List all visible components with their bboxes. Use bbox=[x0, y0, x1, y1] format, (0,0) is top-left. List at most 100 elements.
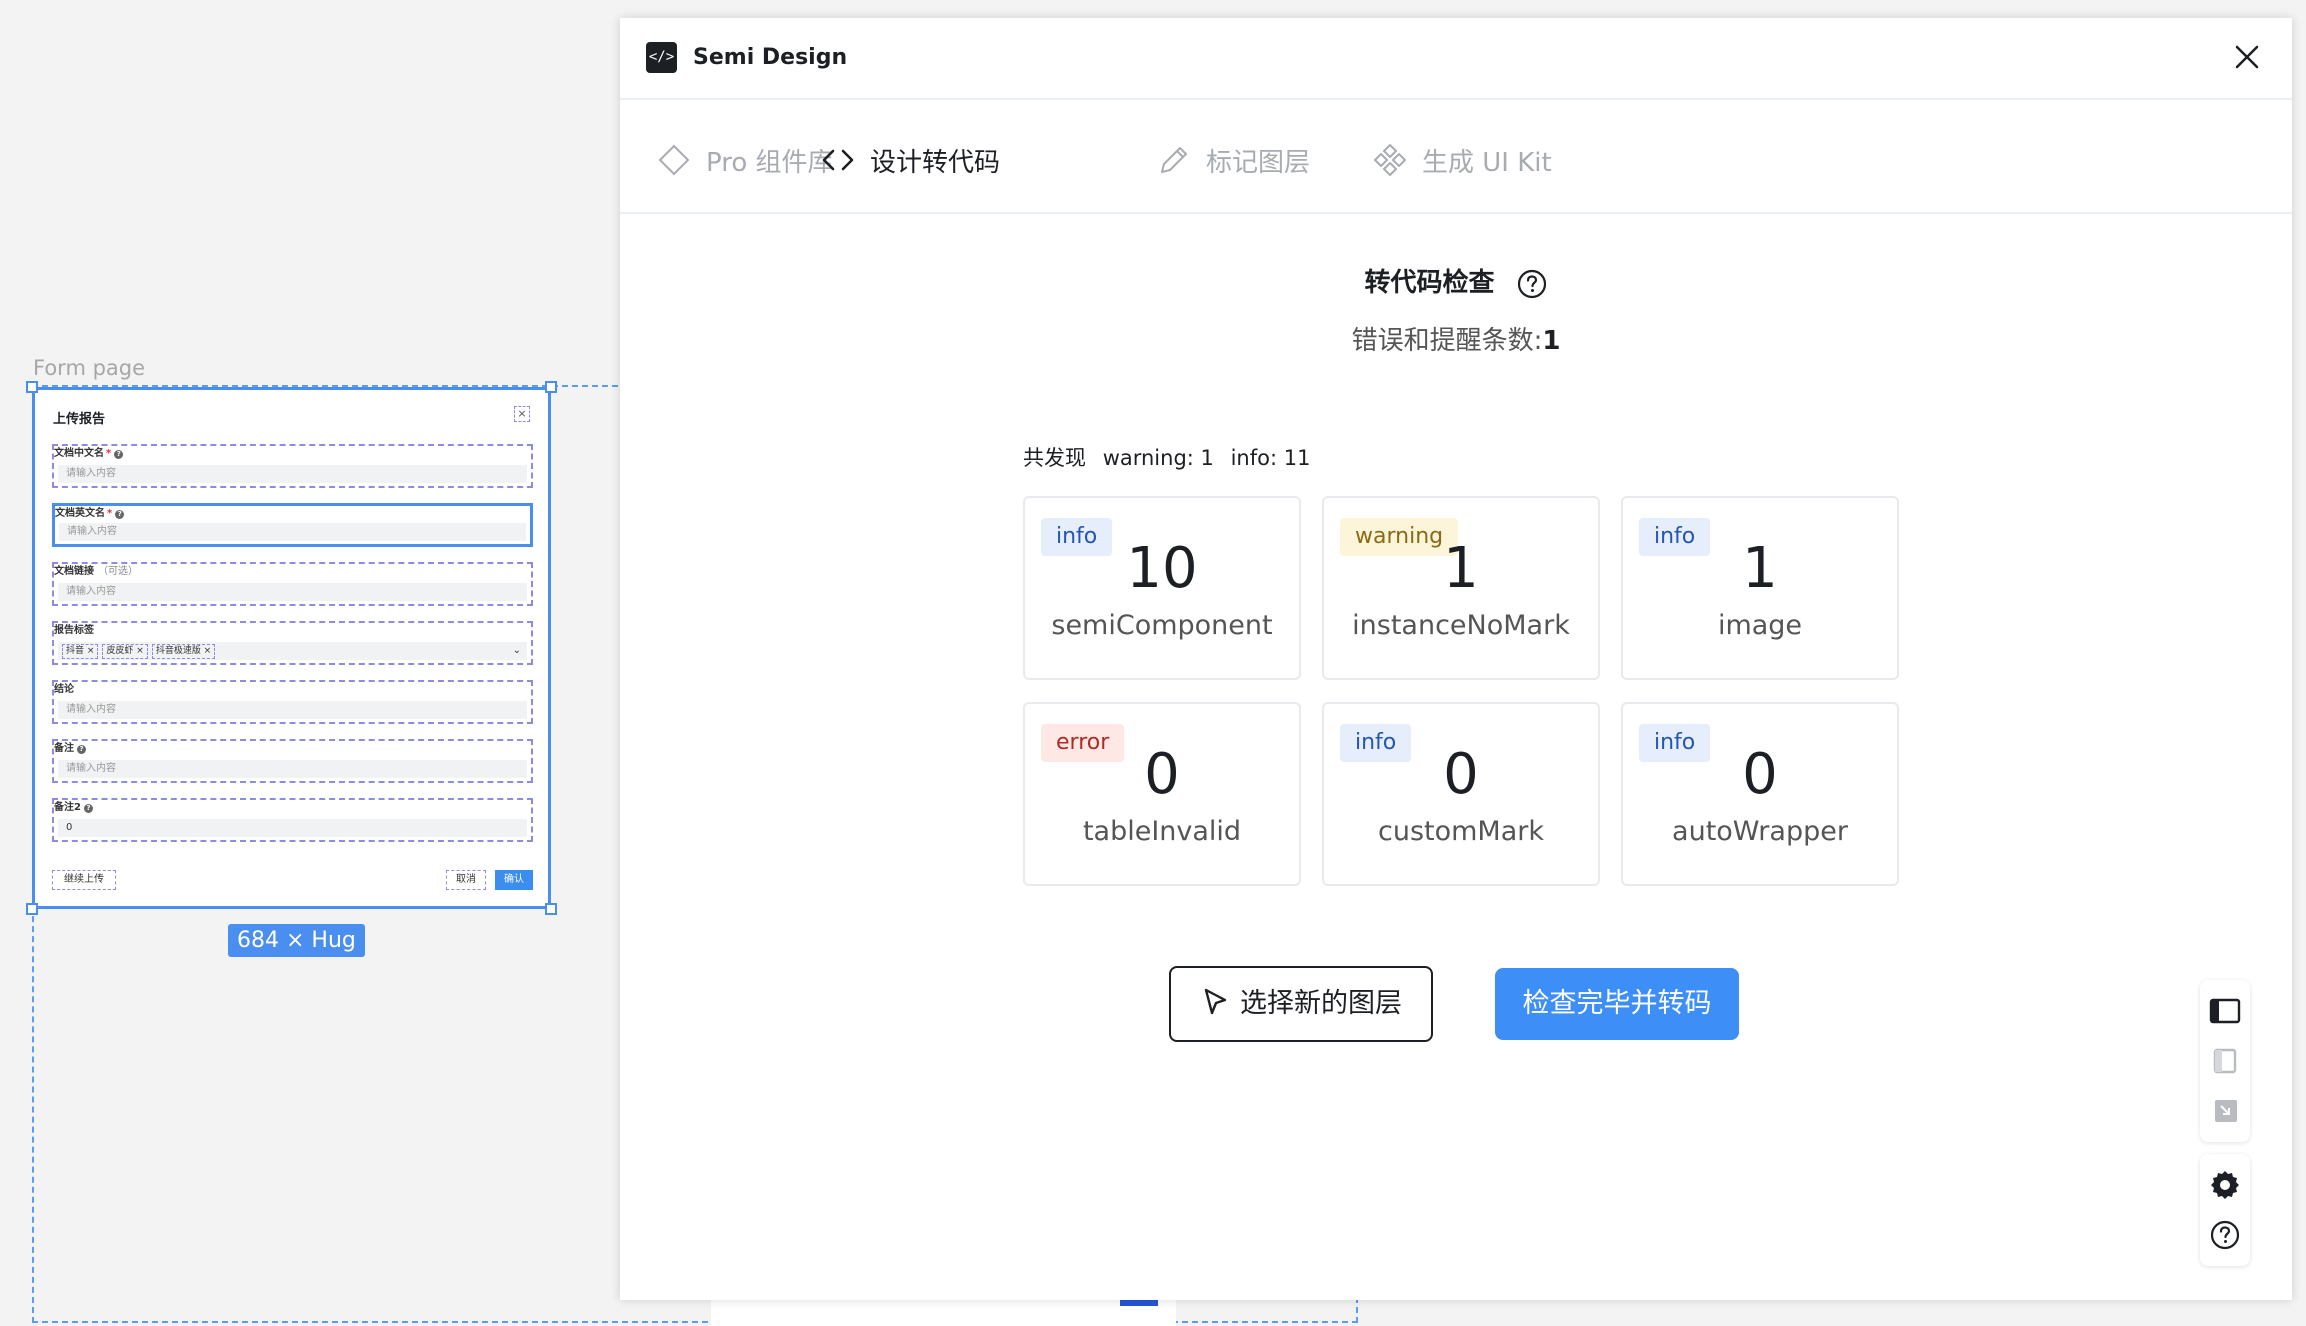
form-page-frame[interactable]: 上传报告 × 文档中文名 *? 请输入内容 文档英文名 *? 请输入内容 文档链接（… bbox=[32, 387, 551, 909]
size-badge: 684 × Hug bbox=[228, 924, 365, 957]
code-icon bbox=[822, 149, 854, 171]
text-input[interactable]: 请输入内容 bbox=[58, 701, 527, 719]
check-cards: info 10 semiComponent warning 1 instance… bbox=[1023, 496, 1899, 906]
field-label: 备注? bbox=[54, 739, 86, 754]
resize-handle[interactable] bbox=[26, 903, 38, 915]
card-count: 1 bbox=[1443, 536, 1479, 601]
check-card-semicomponent[interactable]: info 10 semiComponent bbox=[1023, 496, 1301, 680]
issue-count-value: 1 bbox=[1542, 326, 1561, 356]
card-count: 0 bbox=[1742, 742, 1778, 807]
component-icon bbox=[1374, 144, 1406, 176]
summary-prefix: 共发现 bbox=[1023, 446, 1086, 470]
tag-item[interactable]: 皮皮虾 × bbox=[102, 644, 148, 659]
tab-label: 设计转代码 bbox=[870, 147, 1001, 178]
close-icon[interactable] bbox=[2230, 40, 2264, 74]
button-label: 选择新的图层 bbox=[1240, 988, 1402, 1019]
form-field-en-name[interactable]: 文档英文名 *? 请输入内容 bbox=[52, 503, 533, 547]
field-label: 文档中文名 *? bbox=[54, 444, 124, 459]
tag-item[interactable]: 抖音 × bbox=[62, 644, 99, 659]
card-label: semiComponent bbox=[1051, 610, 1273, 641]
card-count: 0 bbox=[1443, 742, 1479, 807]
chevron-down-icon[interactable]: ⌄ bbox=[513, 642, 521, 660]
diamond-icon bbox=[658, 144, 690, 176]
tab-bar: Pro 组件库 设计转代码 标记图层 生成 UI Kit bbox=[620, 98, 2292, 214]
sidebar-left-icon bbox=[2209, 998, 2241, 1024]
resize-handle[interactable] bbox=[545, 381, 557, 393]
sidebar-icon bbox=[2213, 1048, 2237, 1074]
panel-right-button[interactable] bbox=[2200, 1036, 2250, 1086]
form-field-note[interactable]: 备注? 请输入内容 bbox=[52, 739, 533, 783]
settings-group bbox=[2200, 1154, 2250, 1266]
field-label: 结论 bbox=[54, 684, 74, 695]
side-toolbar bbox=[2200, 980, 2250, 1278]
settings-button[interactable] bbox=[2200, 1160, 2250, 1210]
semi-logo-icon: </> bbox=[646, 42, 677, 73]
summary-line: 共发现 warning: 1 info: 11 bbox=[1023, 442, 1320, 472]
card-count: 0 bbox=[1144, 742, 1180, 807]
field-label: 文档链接 （可选） bbox=[54, 566, 138, 577]
field-label: 备注2? bbox=[54, 798, 93, 813]
text-input[interactable]: 请输入内容 bbox=[59, 523, 526, 541]
tab-pro-components[interactable]: Pro 组件库 bbox=[656, 142, 834, 178]
check-card-tableinvalid[interactable]: error 0 tableInvalid bbox=[1023, 702, 1301, 886]
tag-select[interactable]: 抖音 × 皮皮虾 × 抖音极速版 × ⌄ bbox=[58, 642, 527, 660]
text-input[interactable]: 请输入内容 bbox=[58, 583, 527, 601]
panel-left-button[interactable] bbox=[2200, 986, 2250, 1036]
pencil-icon bbox=[1161, 147, 1187, 173]
tab-generate-ui-kit[interactable]: 生成 UI Kit bbox=[1372, 142, 1552, 178]
close-icon[interactable]: × bbox=[514, 406, 530, 422]
help-circle-icon[interactable] bbox=[1516, 268, 1548, 300]
tag-item[interactable]: 抖音极速版 × bbox=[151, 644, 216, 659]
check-card-image[interactable]: info 1 image bbox=[1621, 496, 1899, 680]
summary-warning: warning: 1 bbox=[1102, 446, 1214, 470]
card-label: customMark bbox=[1377, 816, 1544, 847]
frame-name-label[interactable]: Form page bbox=[33, 356, 145, 380]
tab-label: Pro 组件库 bbox=[706, 147, 834, 178]
minimize-icon bbox=[2215, 1100, 2237, 1122]
help-circle-icon bbox=[2210, 1220, 2240, 1250]
card-label: image bbox=[1717, 610, 1803, 641]
issue-count-label: 错误和提醒条数: bbox=[1351, 326, 1543, 356]
tab-label: 标记图层 bbox=[1206, 147, 1311, 178]
help-icon: ? bbox=[83, 804, 93, 813]
check-heading: 转代码检查 bbox=[620, 262, 2292, 300]
panel-layout-group bbox=[2200, 980, 2250, 1142]
form-field-cn-name[interactable]: 文档中文名 *? 请输入内容 bbox=[52, 444, 533, 488]
modal-title: Semi Design bbox=[693, 45, 848, 70]
card-count: 1 bbox=[1742, 536, 1778, 601]
field-label: 文档英文名 *? bbox=[55, 504, 125, 519]
help-icon: ? bbox=[114, 450, 124, 459]
form-field-tags[interactable]: 报告标签 抖音 × 皮皮虾 × 抖音极速版 × ⌄ bbox=[52, 621, 533, 665]
form-field-conclusion[interactable]: 结论 请输入内容 bbox=[52, 680, 533, 724]
form-title: 上传报告 bbox=[53, 412, 106, 427]
select-new-layer-button[interactable]: 选择新的图层 bbox=[1169, 966, 1433, 1042]
text-input[interactable]: 请输入内容 bbox=[58, 465, 527, 483]
gear-icon bbox=[2211, 1171, 2239, 1199]
tab-design-to-code[interactable]: 设计转代码 bbox=[820, 142, 1000, 178]
form-field-note2[interactable]: 备注2? 0 bbox=[52, 798, 533, 842]
tab-mark-layers[interactable]: 标记图层 bbox=[1156, 142, 1310, 178]
check-card-custommark[interactable]: info 0 customMark bbox=[1322, 702, 1600, 886]
resize-handle[interactable] bbox=[545, 903, 557, 915]
form-field-link[interactable]: 文档链接 （可选） 请输入内容 bbox=[52, 562, 533, 606]
check-card-autowrapper[interactable]: info 0 autoWrapper bbox=[1621, 702, 1899, 886]
card-count: 10 bbox=[1126, 536, 1198, 601]
plugin-modal: </> Semi Design Pro 组件库 设计转代码 标记图层 生成 UI… bbox=[620, 18, 2292, 1300]
help-icon: ? bbox=[77, 745, 86, 754]
text-input[interactable]: 请输入内容 bbox=[58, 760, 527, 778]
check-card-instancenomark[interactable]: warning 1 instanceNoMark bbox=[1322, 496, 1600, 680]
minimize-button[interactable] bbox=[2200, 1086, 2250, 1136]
card-label: tableInvalid bbox=[1082, 816, 1242, 847]
card-label: autoWrapper bbox=[1672, 816, 1848, 847]
issue-count: 错误和提醒条数:1 bbox=[620, 320, 2292, 357]
textarea-input[interactable]: 0 bbox=[58, 819, 527, 837]
summary-info: info: 11 bbox=[1230, 446, 1311, 470]
help-icon: ? bbox=[115, 510, 125, 519]
resize-handle[interactable] bbox=[26, 381, 38, 393]
help-button[interactable] bbox=[2200, 1210, 2250, 1260]
cancel-button[interactable]: 取消 bbox=[446, 870, 486, 890]
finish-and-convert-button[interactable]: 检查完毕并转码 bbox=[1495, 968, 1739, 1040]
confirm-button[interactable]: 确认 bbox=[495, 870, 533, 890]
continue-upload-button[interactable]: 继续上传 bbox=[52, 870, 116, 890]
canvas-selection-marker bbox=[1120, 1300, 1158, 1306]
